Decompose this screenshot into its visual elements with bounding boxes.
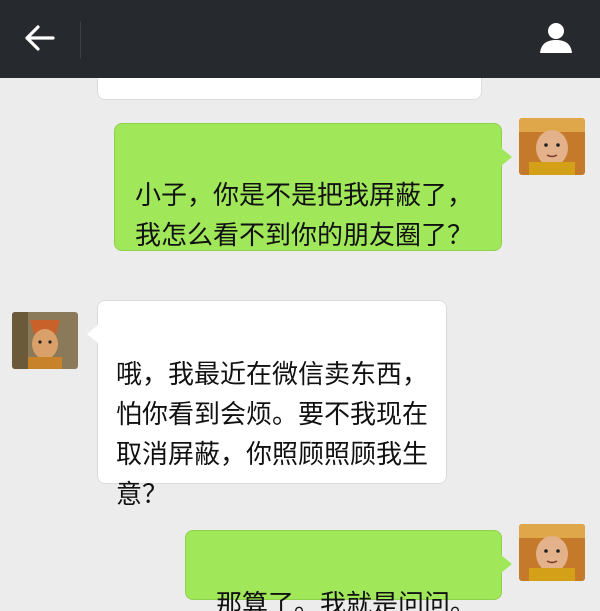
person-icon: [539, 22, 573, 58]
top-bar: [0, 0, 600, 78]
message-bubble-received[interactable]: 哦，我最近在微信卖东西， 怕你看到会烦。要不我现在 取消屏蔽，你照顾照顾我生 意…: [87, 300, 447, 510]
header-divider: [80, 22, 81, 58]
back-button[interactable]: [18, 20, 62, 60]
arrow-left-icon: [25, 25, 55, 55]
friend-avatar[interactable]: [12, 312, 78, 369]
chat-info-button[interactable]: [534, 18, 578, 62]
message-text: 哦，我最近在微信卖东西， 怕你看到会烦。要不我现在 取消屏蔽，你照顾照顾我生 意…: [116, 360, 429, 510]
message-bubble-sent[interactable]: 那算了。我就是问问。: [185, 530, 512, 611]
my-avatar[interactable]: [519, 524, 585, 581]
chat-area[interactable]: 小子，你是不是把我屏蔽了， 我怎么看不到你的朋友圈了？ 哦，我最近在微信卖东西，…: [0, 78, 600, 611]
my-avatar[interactable]: [519, 118, 585, 175]
previous-message-bubble: [97, 78, 482, 100]
message-text: 那算了。我就是问问。: [216, 590, 477, 611]
message-text: 小子，你是不是把我屏蔽了， 我怎么看不到你的朋友圈了？: [135, 181, 474, 251]
message-bubble-sent[interactable]: 小子，你是不是把我屏蔽了， 我怎么看不到你的朋友圈了？: [114, 123, 512, 375]
